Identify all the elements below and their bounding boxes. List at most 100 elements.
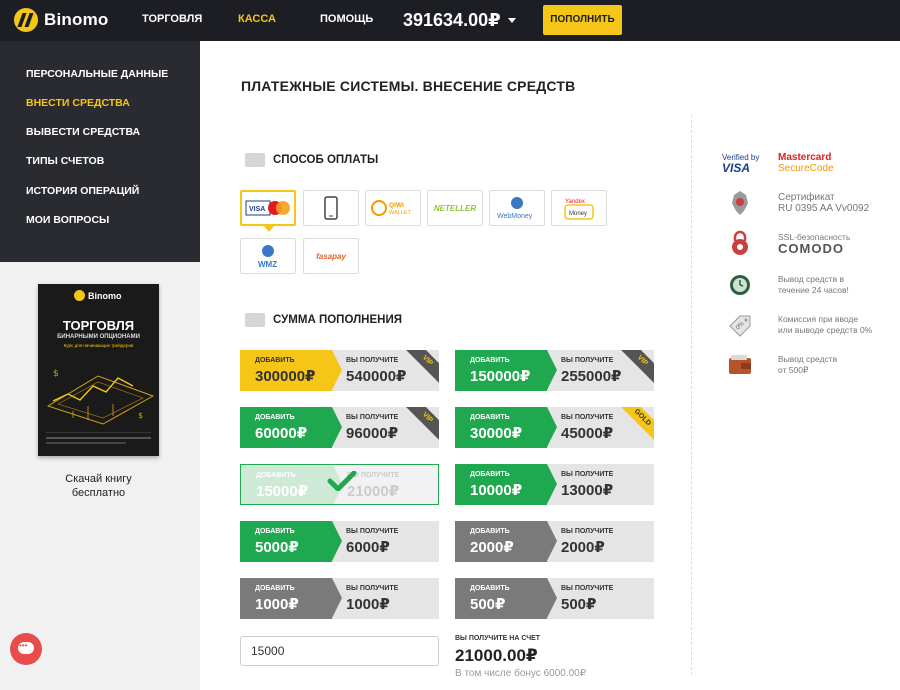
tile-get-amount: 96000₽ [346,425,399,442]
amount-tile[interactable]: ДОБАВИТЬ 2000₽ ВЫ ПОЛУЧИТЕ 2000₽ [455,521,654,562]
sidebar-item-history[interactable]: ИСТОРИЯ ОПЕРАЦИЙ [26,185,139,197]
mastercard-line1: Mastercard [778,152,832,163]
tile-get-amount: 45000₽ [561,425,614,442]
certificate-item: Сертификат RU 0395 AA Vv0092 [722,188,869,218]
payment-mobile[interactable] [303,190,359,226]
payment-webmoney[interactable]: WebMoney [489,190,545,226]
book-tagline: Курс для начинающих трейдеров [63,343,134,348]
tile-get-amount: 6000₽ [346,539,390,556]
tile-add-amount: 2000₽ [470,539,514,556]
amount-tile[interactable]: ДОБАВИТЬ 60000₽ ВЫ ПОЛУЧИТЕ 96000₽ VIP [240,407,439,448]
sidebar-item-personal-data[interactable]: ПЕРСОНАЛЬНЫЕ ДАННЫЕ [26,68,168,80]
yandex-money-icon: Yandex Money [564,199,594,220]
withdraw-time-line2: течение 24 часов! [778,285,849,295]
min-withdraw-item: Вывод средств от 500₽ [722,350,837,380]
tile-add-label: ДОБАВИТЬ [470,357,510,364]
emblem-icon [722,188,758,218]
commission-item: 0% Комиссия при вводе или выводе средств… [722,310,872,340]
vip-ribbon: VIP [403,407,439,442]
tag-icon: 0% [722,310,758,340]
nav-cashier[interactable]: КАССА [238,13,276,25]
sidebar-item-questions[interactable]: МОИ ВОПРОСЫ [26,214,109,226]
balance-dropdown[interactable]: 391634.00₽ [403,10,516,31]
binomo-logo-icon [74,290,85,301]
amount-tile[interactable]: ДОБАВИТЬ 30000₽ ВЫ ПОЛУЧИТЕ 45000₽ GOLD [455,407,654,448]
tile-add-amount: 10000₽ [470,482,523,499]
balance-value: 391634.00₽ [403,10,501,30]
book-caption-line1: Скачай книгу [65,473,132,485]
security-badges: Verified by VISA Mastercard SecureCode [722,152,834,174]
sidebar-item-deposit[interactable]: ВНЕСТИ СРЕДСТВА [26,97,130,109]
clock-icon [722,270,758,300]
tile-get-label: ВЫ ПОЛУЧИТЕ [346,414,399,421]
chat-icon[interactable] [10,633,42,665]
payment-yandex-money[interactable]: Yandex Money [551,190,607,226]
amount-tile[interactable]: ДОБАВИТЬ 500₽ ВЫ ПОЛУЧИТЕ 500₽ [455,578,654,619]
tile-add-label: ДОБАВИТЬ [470,528,510,535]
sidebar-item-account-types[interactable]: ТИПЫ СЧЕТОВ [26,155,104,167]
amount-tile[interactable]: ДОБАВИТЬ 150000₽ ВЫ ПОЛУЧИТЕ 255000₽ VIP [455,350,654,391]
nav-trading[interactable]: ТОРГОВЛЯ [142,13,202,25]
svg-text:WALLET: WALLET [389,210,411,216]
payment-fasapay[interactable]: fasapay [303,238,359,274]
amount-tile[interactable]: ДОБАВИТЬ 1000₽ ВЫ ПОЛУЧИТЕ 1000₽ [240,578,439,619]
book-caption[interactable]: Скачай книгу бесплатно [38,472,159,500]
book-title: ТОРГОВЛЯ [62,318,135,333]
amount-tile[interactable]: ДОБАВИТЬ 300000₽ ВЫ ПОЛУЧИТЕ 540000₽ VIP [240,350,439,391]
wallet-icon [722,350,758,380]
tile-add-amount: 150000₽ [470,368,531,385]
commission-line2: или выводе средств 0% [778,325,873,335]
amount-section-label: СУММА ПОПОЛНЕНИЯ [273,314,402,326]
withdraw-time-item: Вывод средств в течение 24 часов! [722,270,849,300]
book-caption-line2: бесплатно [71,487,126,499]
amount-tile-selected[interactable]: ДОБАВИТЬ 15000₽ ВЫ ПОЛУЧИТЕ 21000₽ [240,464,439,505]
amount-input[interactable] [240,636,439,666]
min-withdraw-line1: Вывод средств [778,354,838,364]
certificate-line2: RU 0395 AA Vv0092 [778,203,870,214]
nav-help[interactable]: ПОМОЩЬ [320,13,373,25]
tile-add-amount: 300000₽ [255,368,316,385]
withdraw-time-line1: Вывод средств в [778,274,845,284]
deposit-button[interactable]: ПОПОЛНИТЬ [543,5,622,35]
tile-add-amount: 60000₽ [255,425,308,442]
mastercard-securecode-icon: Mastercard SecureCode [778,152,834,174]
mobile-phone-icon [324,196,338,220]
logo[interactable]: Binomo [14,8,108,32]
tile-get-label: ВЫ ПОЛУЧИТЕ [561,471,614,478]
payment-qiwi[interactable]: QIWI WALLET [365,190,421,226]
logo-text: Binomo [44,10,109,29]
tile-get-amount: 13000₽ [561,482,614,499]
verified-by-visa-icon: Verified by VISA [722,153,766,174]
wmz-icon: WMZ [258,245,277,269]
tile-add-label: ДОБАВИТЬ [255,357,295,364]
payment-neteller[interactable]: NETELLER [427,190,483,226]
verified-visa-line2: VISA [722,160,751,175]
payment-wmz[interactable]: WMZ [240,238,296,274]
commission-line1: Комиссия при вводе [778,314,859,324]
fasapay-icon: fasapay [316,251,346,261]
sidebar-menu: ПЕРСОНАЛЬНЫЕ ДАННЫЕ ВНЕСТИ СРЕДСТВА ВЫВЕ… [0,41,200,262]
tile-get-amount: 2000₽ [561,539,605,556]
svg-text:WMZ: WMZ [258,260,277,269]
ssl-item: SSL-безопасность COMODO [722,228,850,258]
amount-tile[interactable]: ДОБАВИТЬ 5000₽ ВЫ ПОЛУЧИТЕ 6000₽ [240,521,439,562]
tile-add-amount: 1000₽ [255,596,299,613]
tile-get-label: ВЫ ПОЛУЧИТЕ [346,585,399,592]
tile-get-label: ВЫ ПОЛУЧИТЕ [561,528,614,535]
tile-get-label: ВЫ ПОЛУЧИТЕ [346,528,399,535]
payment-visa-mastercard[interactable]: VISA [240,190,296,232]
tile-get-label: ВЫ ПОЛУЧИТЕ [561,357,614,364]
receive-bonus: В том числе бонус 6000.00₽ [455,668,587,679]
sidebar-item-withdraw[interactable]: ВЫВЕСТИ СРЕДСТВА [26,126,140,138]
amount-tile[interactable]: ДОБАВИТЬ 10000₽ ВЫ ПОЛУЧИТЕ 13000₽ [455,464,654,505]
webmoney-icon: WebMoney [497,197,533,220]
tile-add-label: ДОБАВИТЬ [255,528,295,535]
tile-get-label: ВЫ ПОЛУЧИТЕ [561,414,614,421]
tile-get-label: ВЫ ПОЛУЧИТЕ [346,357,399,364]
svg-text:QIWI: QIWI [389,202,404,209]
book-cover[interactable]: Binomo ТОРГОВЛЯ БИНАРНЫМИ ОПЦИОНАМИ Курс… [38,284,159,456]
payment-section-label: СПОСОБ ОПЛАТЫ [273,154,379,166]
vip-ribbon: VIP [618,350,654,385]
receive-amount: 21000.00₽ [455,646,538,665]
tile-add-amount: 500₽ [470,596,506,613]
